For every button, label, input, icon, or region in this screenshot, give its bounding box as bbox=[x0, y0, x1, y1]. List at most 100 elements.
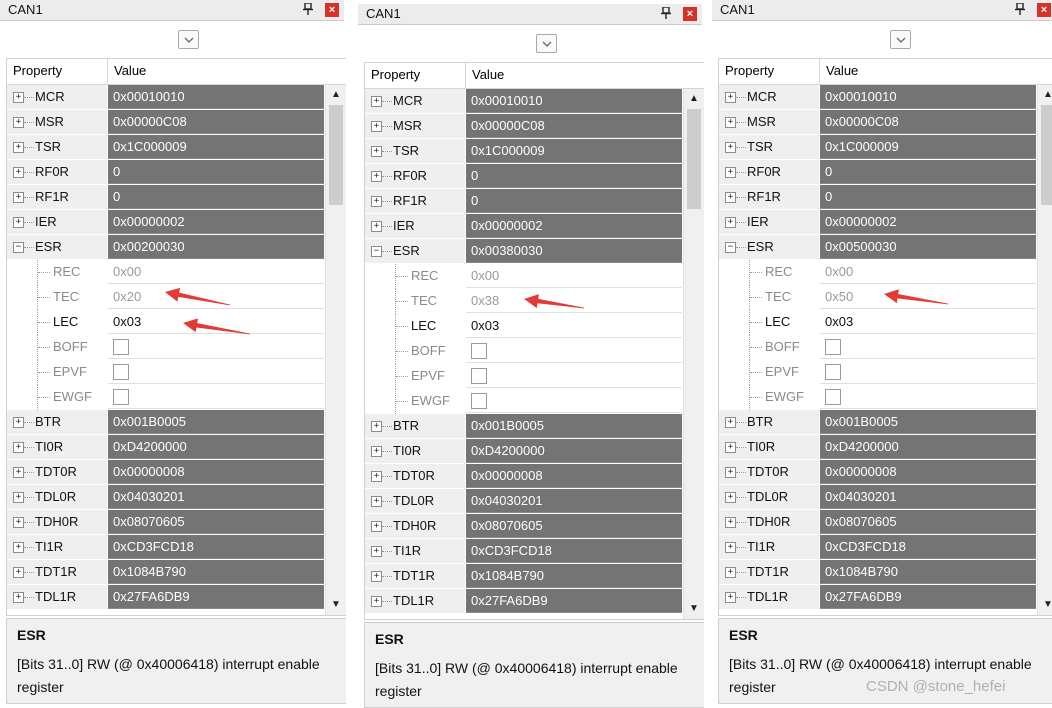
expand-toggle-icon[interactable]: + bbox=[13, 92, 24, 103]
register-value[interactable]: 0x04030201 bbox=[466, 489, 682, 513]
field-value[interactable] bbox=[820, 385, 1036, 409]
register-value[interactable]: 0x00000008 bbox=[108, 460, 324, 484]
register-row[interactable]: + TSR 0x1C000009 bbox=[719, 135, 1037, 160]
expand-toggle-icon[interactable]: + bbox=[725, 492, 736, 503]
register-row[interactable]: + RF1R 0 bbox=[7, 185, 325, 210]
esr-field-row[interactable]: LEC 0x03 bbox=[7, 310, 325, 335]
register-value[interactable]: 0 bbox=[820, 185, 1036, 209]
register-row[interactable]: + TDT0R 0x00000008 bbox=[365, 464, 683, 489]
expand-toggle-icon[interactable]: + bbox=[371, 521, 382, 532]
register-row[interactable]: + TDT1R 0x1084B790 bbox=[7, 560, 325, 585]
expand-toggle-icon[interactable]: − bbox=[13, 242, 24, 253]
field-checkbox[interactable] bbox=[471, 368, 487, 384]
scrollbar-thumb[interactable] bbox=[1041, 105, 1052, 205]
expand-toggle-icon[interactable]: + bbox=[371, 421, 382, 432]
close-icon[interactable]: × bbox=[325, 3, 339, 17]
close-icon[interactable]: × bbox=[683, 7, 697, 21]
expand-toggle-icon[interactable]: + bbox=[13, 592, 24, 603]
esr-field-row[interactable]: TEC 0x38 bbox=[365, 289, 683, 314]
register-value[interactable]: 0x08070605 bbox=[466, 514, 682, 538]
esr-field-row[interactable]: EPVF bbox=[365, 364, 683, 389]
scrollbar-thumb[interactable] bbox=[687, 109, 701, 209]
register-row[interactable]: + MCR 0x00010010 bbox=[7, 85, 325, 110]
field-value[interactable]: 0x00 bbox=[108, 260, 324, 284]
register-row[interactable]: − ESR 0x00500030 bbox=[719, 235, 1037, 260]
property-column-header[interactable]: Property bbox=[13, 63, 62, 78]
register-row[interactable]: + MSR 0x00000C08 bbox=[365, 114, 683, 139]
register-value[interactable]: 0 bbox=[466, 164, 682, 188]
esr-field-row[interactable]: EWGF bbox=[365, 389, 683, 414]
register-value[interactable]: 0 bbox=[466, 189, 682, 213]
expand-toggle-icon[interactable]: + bbox=[13, 517, 24, 528]
register-row[interactable]: + RF0R 0 bbox=[365, 164, 683, 189]
register-value[interactable]: 0x00380030 bbox=[466, 239, 682, 263]
register-row[interactable]: + TDH0R 0x08070605 bbox=[7, 510, 325, 535]
expand-toggle-icon[interactable]: − bbox=[371, 246, 382, 257]
scroll-up-arrow-icon[interactable]: ▲ bbox=[328, 87, 344, 103]
expand-toggle-icon[interactable]: + bbox=[371, 471, 382, 482]
register-value[interactable]: 0x00010010 bbox=[820, 85, 1036, 109]
register-value[interactable]: 0x1C000009 bbox=[820, 135, 1036, 159]
register-value[interactable]: 0x27FA6DB9 bbox=[466, 589, 682, 613]
vertical-scrollbar[interactable]: ▲ ▼ bbox=[1037, 85, 1052, 615]
register-value[interactable]: 0xD4200000 bbox=[820, 435, 1036, 459]
register-row[interactable]: + BTR 0x001B0005 bbox=[7, 410, 325, 435]
register-value[interactable]: 0x00000008 bbox=[820, 460, 1036, 484]
field-checkbox[interactable] bbox=[825, 364, 841, 380]
column-separator[interactable] bbox=[819, 59, 820, 84]
expand-toggle-icon[interactable]: + bbox=[725, 92, 736, 103]
register-row[interactable]: − ESR 0x00380030 bbox=[365, 239, 683, 264]
expand-toggle-icon[interactable]: + bbox=[13, 492, 24, 503]
column-separator[interactable] bbox=[107, 59, 108, 84]
field-checkbox[interactable] bbox=[113, 364, 129, 380]
expand-toggle-icon[interactable]: + bbox=[13, 467, 24, 478]
vertical-scrollbar[interactable]: ▲ ▼ bbox=[683, 89, 704, 619]
expand-toggle-icon[interactable]: + bbox=[371, 596, 382, 607]
register-row[interactable]: + TDH0R 0x08070605 bbox=[719, 510, 1037, 535]
register-row[interactable]: + TI1R 0xCD3FCD18 bbox=[7, 535, 325, 560]
esr-field-row[interactable]: EPVF bbox=[719, 360, 1037, 385]
expand-toggle-icon[interactable]: + bbox=[13, 142, 24, 153]
register-value[interactable]: 0x1084B790 bbox=[108, 560, 324, 584]
expand-toggle-icon[interactable]: + bbox=[371, 221, 382, 232]
esr-field-row[interactable]: BOFF bbox=[719, 335, 1037, 360]
field-value[interactable]: 0x00 bbox=[466, 264, 682, 288]
scroll-down-arrow-icon[interactable]: ▼ bbox=[1040, 597, 1052, 613]
register-row[interactable]: + MSR 0x00000C08 bbox=[7, 110, 325, 135]
register-row[interactable]: + RF1R 0 bbox=[365, 189, 683, 214]
register-row[interactable]: + TDL0R 0x04030201 bbox=[365, 489, 683, 514]
register-value[interactable]: 0x00000008 bbox=[466, 464, 682, 488]
register-row[interactable]: + TI1R 0xCD3FCD18 bbox=[365, 539, 683, 564]
field-value[interactable] bbox=[466, 364, 682, 388]
chevron-down-icon[interactable] bbox=[178, 30, 199, 49]
value-column-header[interactable]: Value bbox=[114, 63, 146, 78]
expand-toggle-icon[interactable]: + bbox=[371, 171, 382, 182]
expand-toggle-icon[interactable]: + bbox=[371, 196, 382, 207]
field-value[interactable] bbox=[108, 385, 324, 409]
esr-field-row[interactable]: BOFF bbox=[365, 339, 683, 364]
expand-toggle-icon[interactable]: + bbox=[371, 146, 382, 157]
register-row[interactable]: + BTR 0x001B0005 bbox=[365, 414, 683, 439]
field-value[interactable]: 0x03 bbox=[466, 314, 682, 338]
register-row[interactable]: + RF0R 0 bbox=[719, 160, 1037, 185]
field-checkbox[interactable] bbox=[825, 389, 841, 405]
field-value[interactable] bbox=[820, 360, 1036, 384]
register-value[interactable]: 0x00000C08 bbox=[820, 110, 1036, 134]
register-row[interactable]: − ESR 0x00200030 bbox=[7, 235, 325, 260]
register-value[interactable]: 0x001B0005 bbox=[108, 410, 324, 434]
scroll-up-arrow-icon[interactable]: ▲ bbox=[686, 91, 702, 107]
register-row[interactable]: + BTR 0x001B0005 bbox=[719, 410, 1037, 435]
register-value[interactable]: 0xD4200000 bbox=[466, 439, 682, 463]
expand-toggle-icon[interactable]: + bbox=[13, 442, 24, 453]
register-row[interactable]: + TI0R 0xD4200000 bbox=[365, 439, 683, 464]
register-value[interactable]: 0x00000002 bbox=[108, 210, 324, 234]
register-value[interactable]: 0x00000C08 bbox=[466, 114, 682, 138]
field-value[interactable] bbox=[466, 339, 682, 363]
field-value[interactable] bbox=[820, 335, 1036, 359]
register-value[interactable]: 0x00000002 bbox=[466, 214, 682, 238]
scroll-down-arrow-icon[interactable]: ▼ bbox=[328, 597, 344, 613]
register-row[interactable]: + TDT0R 0x00000008 bbox=[719, 460, 1037, 485]
expand-toggle-icon[interactable]: + bbox=[725, 117, 736, 128]
register-row[interactable]: + TSR 0x1C000009 bbox=[365, 139, 683, 164]
chevron-down-icon[interactable] bbox=[536, 34, 557, 53]
